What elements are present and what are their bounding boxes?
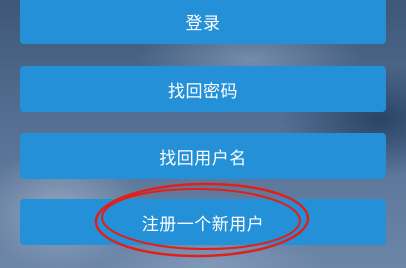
recover-username-button-label: 找回用户名 xyxy=(159,148,247,169)
recover-password-button[interactable]: 找回密码 xyxy=(20,66,386,112)
register-button[interactable]: 注册一个新用户 xyxy=(20,199,386,245)
account-menu: 登录 找回密码 找回用户名 注册一个新用户 xyxy=(20,0,386,268)
login-button[interactable]: 登录 xyxy=(20,0,386,44)
recover-password-button-label: 找回密码 xyxy=(168,81,238,102)
recover-username-button[interactable]: 找回用户名 xyxy=(20,133,386,179)
login-button-label: 登录 xyxy=(185,14,221,34)
register-button-label: 注册一个新用户 xyxy=(141,214,265,235)
